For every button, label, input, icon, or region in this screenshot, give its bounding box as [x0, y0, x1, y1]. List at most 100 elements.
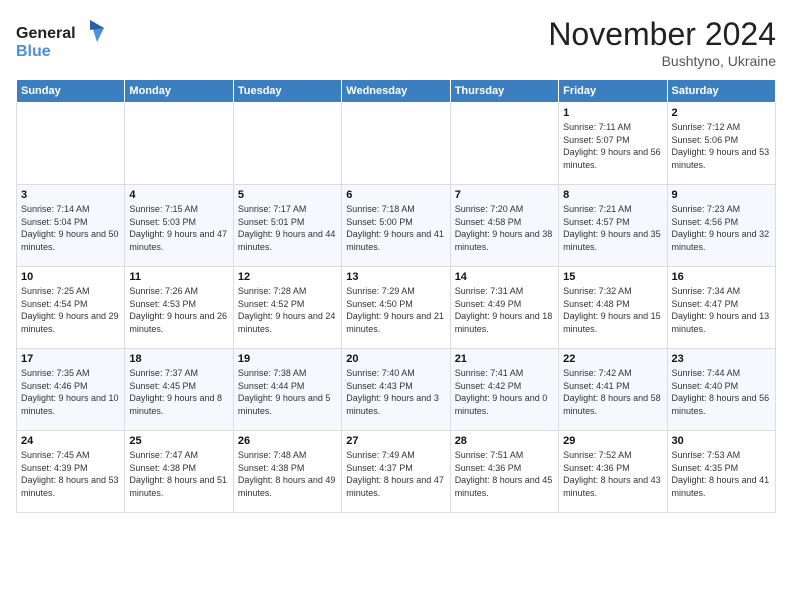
- day-number: 16: [672, 271, 771, 283]
- day-cell: 4 Sunrise: 7:15 AMSunset: 5:03 PMDaylight…: [125, 185, 233, 267]
- day-info: Sunrise: 7:31 AMSunset: 4:49 PMDaylight:…: [455, 285, 554, 335]
- weekday-header-saturday: Saturday: [667, 80, 775, 103]
- calendar-table: SundayMondayTuesdayWednesdayThursdayFrid…: [16, 79, 776, 513]
- weekday-header-wednesday: Wednesday: [342, 80, 450, 103]
- day-info: Sunrise: 7:17 AMSunset: 5:01 PMDaylight:…: [238, 203, 337, 253]
- day-info: Sunrise: 7:11 AMSunset: 5:07 PMDaylight:…: [563, 121, 662, 171]
- day-number: 25: [129, 435, 228, 447]
- day-cell: 1 Sunrise: 7:11 AMSunset: 5:07 PMDaylight…: [559, 103, 667, 185]
- weekday-header-row: SundayMondayTuesdayWednesdayThursdayFrid…: [17, 80, 776, 103]
- weekday-header-thursday: Thursday: [450, 80, 558, 103]
- day-cell: 7 Sunrise: 7:20 AMSunset: 4:58 PMDaylight…: [450, 185, 558, 267]
- day-cell: 17Sunrise: 7:35 AMSunset: 4:46 PMDayligh…: [17, 349, 125, 431]
- day-number: 14: [455, 271, 554, 283]
- day-number: 15: [563, 271, 662, 283]
- day-info: Sunrise: 7:51 AMSunset: 4:36 PMDaylight:…: [455, 449, 554, 499]
- day-cell: 26 Sunrise: 7:48 AMSunset: 4:38 PMDayligh…: [233, 431, 341, 513]
- day-info: Sunrise: 7:18 AMSunset: 5:00 PMDaylight:…: [346, 203, 445, 253]
- day-number: 29: [563, 435, 662, 447]
- day-number: 6: [346, 189, 445, 201]
- day-cell: 5 Sunrise: 7:17 AMSunset: 5:01 PMDaylight…: [233, 185, 341, 267]
- day-info: Sunrise: 7:20 AMSunset: 4:58 PMDaylight:…: [455, 203, 554, 253]
- day-info: Sunrise: 7:32 AMSunset: 4:48 PMDaylight:…: [563, 285, 662, 335]
- day-number: 24: [21, 435, 120, 447]
- day-number: 11: [129, 271, 228, 283]
- day-cell: [17, 103, 125, 185]
- week-row-5: 24 Sunrise: 7:45 AMSunset: 4:39 PMDayligh…: [17, 431, 776, 513]
- weekday-header-sunday: Sunday: [17, 80, 125, 103]
- day-number: 23: [672, 353, 771, 365]
- day-cell: 15 Sunrise: 7:32 AMSunset: 4:48 PMDayligh…: [559, 267, 667, 349]
- day-number: 4: [129, 189, 228, 201]
- header: General Blue November 2024 Bushtyno, Ukr…: [16, 16, 776, 69]
- day-cell: [233, 103, 341, 185]
- day-cell: 14 Sunrise: 7:31 AMSunset: 4:49 PMDayligh…: [450, 267, 558, 349]
- day-info: Sunrise: 7:44 AMSunset: 4:40 PMDaylight:…: [672, 367, 771, 417]
- day-cell: 3Sunrise: 7:14 AMSunset: 5:04 PMDaylight…: [17, 185, 125, 267]
- day-number: 26: [238, 435, 337, 447]
- day-number: 2: [672, 107, 771, 119]
- day-number: 13: [346, 271, 445, 283]
- day-info: Sunrise: 7:41 AMSunset: 4:42 PMDaylight:…: [455, 367, 554, 417]
- day-cell: 27 Sunrise: 7:49 AMSunset: 4:37 PMDayligh…: [342, 431, 450, 513]
- day-info: Sunrise: 7:21 AMSunset: 4:57 PMDaylight:…: [563, 203, 662, 253]
- location-subtitle: Bushtyno, Ukraine: [548, 53, 776, 69]
- day-number: 30: [672, 435, 771, 447]
- day-info: Sunrise: 7:42 AMSunset: 4:41 PMDaylight:…: [563, 367, 662, 417]
- day-info: Sunrise: 7:45 AMSunset: 4:39 PMDaylight:…: [21, 449, 120, 499]
- weekday-header-monday: Monday: [125, 80, 233, 103]
- svg-text:General: General: [16, 25, 76, 42]
- day-info: Sunrise: 7:12 AMSunset: 5:06 PMDaylight:…: [672, 121, 771, 171]
- day-info: Sunrise: 7:34 AMSunset: 4:47 PMDaylight:…: [672, 285, 771, 335]
- day-info: Sunrise: 7:15 AMSunset: 5:03 PMDaylight:…: [129, 203, 228, 253]
- day-info: Sunrise: 7:25 AMSunset: 4:54 PMDaylight:…: [21, 285, 120, 335]
- day-number: 7: [455, 189, 554, 201]
- day-info: Sunrise: 7:26 AMSunset: 4:53 PMDaylight:…: [129, 285, 228, 335]
- day-number: 27: [346, 435, 445, 447]
- day-cell: 24 Sunrise: 7:45 AMSunset: 4:39 PMDayligh…: [17, 431, 125, 513]
- week-row-2: 3Sunrise: 7:14 AMSunset: 5:04 PMDaylight…: [17, 185, 776, 267]
- logo-svg: General Blue: [16, 16, 106, 64]
- day-cell: 28 Sunrise: 7:51 AMSunset: 4:36 PMDayligh…: [450, 431, 558, 513]
- day-number: 19: [238, 353, 337, 365]
- day-info: Sunrise: 7:23 AMSunset: 4:56 PMDaylight:…: [672, 203, 771, 253]
- day-cell: [450, 103, 558, 185]
- day-cell: 10 Sunrise: 7:25 AMSunset: 4:54 PMDayligh…: [17, 267, 125, 349]
- day-number: 5: [238, 189, 337, 201]
- day-info: Sunrise: 7:37 AMSunset: 4:45 PMDaylight:…: [129, 367, 228, 417]
- weekday-header-friday: Friday: [559, 80, 667, 103]
- day-cell: 13 Sunrise: 7:29 AMSunset: 4:50 PMDayligh…: [342, 267, 450, 349]
- week-row-3: 10 Sunrise: 7:25 AMSunset: 4:54 PMDayligh…: [17, 267, 776, 349]
- day-number: 1: [563, 107, 662, 119]
- day-number: 8: [563, 189, 662, 201]
- day-info: Sunrise: 7:40 AMSunset: 4:43 PMDaylight:…: [346, 367, 445, 417]
- day-info: Sunrise: 7:28 AMSunset: 4:52 PMDaylight:…: [238, 285, 337, 335]
- calendar-page: General Blue November 2024 Bushtyno, Ukr…: [0, 0, 792, 612]
- day-number: 9: [672, 189, 771, 201]
- day-info: Sunrise: 7:47 AMSunset: 4:38 PMDaylight:…: [129, 449, 228, 499]
- day-cell: 19Sunrise: 7:38 AMSunset: 4:44 PMDayligh…: [233, 349, 341, 431]
- week-row-4: 17Sunrise: 7:35 AMSunset: 4:46 PMDayligh…: [17, 349, 776, 431]
- logo: General Blue: [16, 16, 106, 64]
- day-number: 21: [455, 353, 554, 365]
- day-cell: 6 Sunrise: 7:18 AMSunset: 5:00 PMDaylight…: [342, 185, 450, 267]
- day-number: 10: [21, 271, 120, 283]
- day-info: Sunrise: 7:29 AMSunset: 4:50 PMDaylight:…: [346, 285, 445, 335]
- day-info: Sunrise: 7:14 AMSunset: 5:04 PMDaylight:…: [21, 203, 120, 253]
- day-cell: 25 Sunrise: 7:47 AMSunset: 4:38 PMDayligh…: [125, 431, 233, 513]
- day-cell: 12Sunrise: 7:28 AMSunset: 4:52 PMDayligh…: [233, 267, 341, 349]
- day-info: Sunrise: 7:49 AMSunset: 4:37 PMDaylight:…: [346, 449, 445, 499]
- day-cell: [125, 103, 233, 185]
- day-number: 28: [455, 435, 554, 447]
- day-info: Sunrise: 7:48 AMSunset: 4:38 PMDaylight:…: [238, 449, 337, 499]
- day-number: 20: [346, 353, 445, 365]
- day-cell: 21 Sunrise: 7:41 AMSunset: 4:42 PMDayligh…: [450, 349, 558, 431]
- day-cell: [342, 103, 450, 185]
- day-cell: 16 Sunrise: 7:34 AMSunset: 4:47 PMDayligh…: [667, 267, 775, 349]
- day-cell: 18Sunrise: 7:37 AMSunset: 4:45 PMDayligh…: [125, 349, 233, 431]
- day-cell: 29Sunrise: 7:52 AMSunset: 4:36 PMDayligh…: [559, 431, 667, 513]
- weekday-header-tuesday: Tuesday: [233, 80, 341, 103]
- day-cell: 2 Sunrise: 7:12 AMSunset: 5:06 PMDaylight…: [667, 103, 775, 185]
- day-number: 22: [563, 353, 662, 365]
- day-info: Sunrise: 7:53 AMSunset: 4:35 PMDaylight:…: [672, 449, 771, 499]
